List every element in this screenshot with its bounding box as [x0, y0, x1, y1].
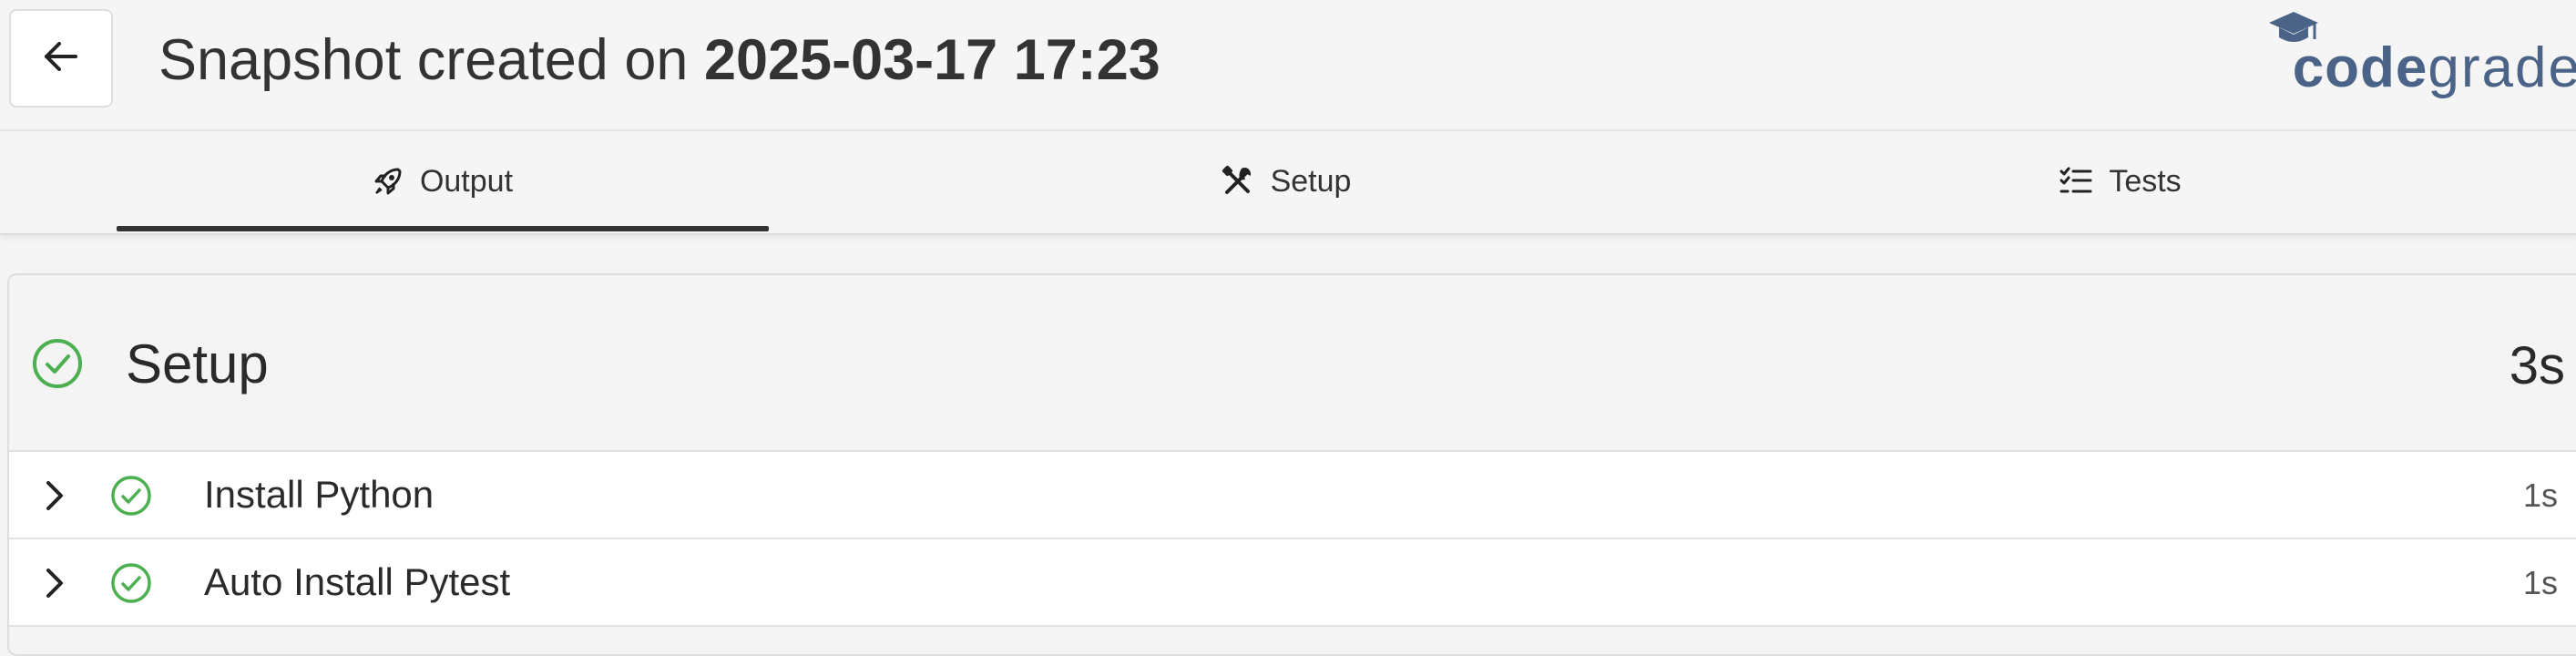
- page-header: Snapshot created on 2025-03-17 17:23 cod…: [0, 0, 2576, 131]
- step-duration: 1s: [2522, 477, 2558, 514]
- graduation-cap-icon: [2267, 0, 2320, 60]
- tab-setup-label: Setup: [1270, 163, 1352, 199]
- back-button[interactable]: [9, 9, 113, 108]
- tab-setup[interactable]: Setup: [960, 133, 1612, 230]
- chevron-right-icon[interactable]: [42, 477, 67, 518]
- setup-panel-header: Setup 3s: [9, 275, 2576, 452]
- tab-output[interactable]: Output: [117, 133, 769, 231]
- setup-panel-duration: 3s: [2509, 336, 2565, 395]
- arrow-left-icon: [41, 36, 81, 81]
- tab-bar: Output Setup Tests: [0, 133, 2576, 235]
- setup-panel-title: Setup: [126, 333, 269, 395]
- checklist-icon: [2060, 167, 2092, 196]
- step-label: Auto Install Pytest: [204, 560, 511, 603]
- codegrade-logo: code grade: [2267, 12, 2576, 100]
- setup-panel: Setup 3s Install Python 1s Auto Install …: [7, 273, 2576, 656]
- page-title-date: 2025-03-17 17:23: [703, 28, 1160, 92]
- logo-grade-text: grade: [2428, 36, 2576, 99]
- tab-tests-label: Tests: [2109, 163, 2182, 199]
- tab-output-label: Output: [419, 163, 514, 199]
- step-row[interactable]: Auto Install Pytest 1s: [9, 539, 2576, 627]
- tab-tests[interactable]: Tests: [1794, 133, 2447, 230]
- page-title: Snapshot created on 2025-03-17 17:23: [158, 26, 1160, 95]
- step-label: Install Python: [204, 473, 434, 516]
- rocket-icon: [373, 166, 404, 197]
- step-row[interactable]: Install Python 1s: [9, 452, 2576, 539]
- check-circle-icon: [109, 561, 153, 610]
- chevron-right-icon[interactable]: [42, 565, 67, 606]
- page-title-prefix: Snapshot created on: [158, 28, 704, 92]
- step-duration: 1s: [2522, 564, 2558, 601]
- tools-icon: [1222, 165, 1254, 198]
- check-circle-icon: [109, 474, 153, 522]
- check-circle-icon: [31, 337, 84, 395]
